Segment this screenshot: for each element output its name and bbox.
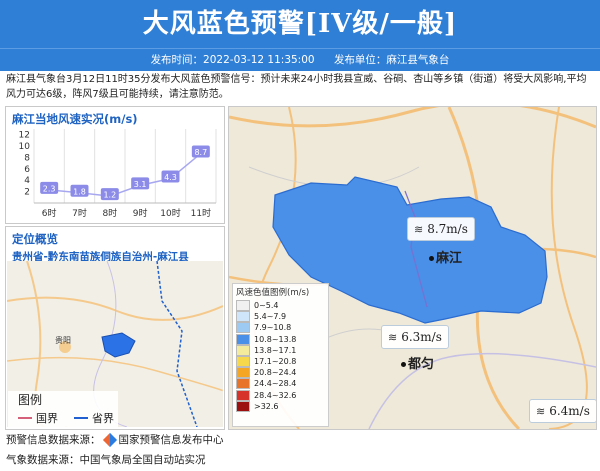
publisher: 发布单位：麻江县气象台 bbox=[333, 54, 450, 66]
legend-swatch bbox=[236, 333, 250, 345]
legend-swatch bbox=[236, 400, 250, 412]
warning-description: 麻江县气象台3月12日11时35分发布大风蓝色预警信号：预计未来24小时我县宣威… bbox=[6, 74, 587, 100]
wind-color-legend: 风速色值图例(m/s) 0~5.4 5.4~7.9 7.9~10.8 10.8~13.… bbox=[232, 283, 329, 427]
legend-label: >32.6 bbox=[254, 401, 279, 411]
legend-country-border: 国界 bbox=[36, 412, 58, 425]
wind-legend-item: 13.8~17.1 bbox=[236, 344, 328, 356]
overview-legend-title: 图例 bbox=[18, 393, 43, 407]
wind-value-duyun: 6.3m/s bbox=[401, 330, 442, 344]
overview-legend: 图例 国界 省界 bbox=[8, 391, 118, 427]
y-tick-label: 12 bbox=[19, 131, 30, 141]
wind-legend-item: 28.4~32.6 bbox=[236, 389, 328, 401]
data-label: 4.3 bbox=[164, 173, 177, 182]
legend-swatch bbox=[236, 344, 250, 356]
x-tick-label: 7时 bbox=[72, 207, 87, 219]
x-tick-label: 10时 bbox=[160, 207, 180, 219]
wind-legend-item: 20.8~24.4 bbox=[236, 367, 328, 379]
y-tick-label: 8 bbox=[24, 153, 30, 163]
y-tick-label: 10 bbox=[19, 142, 31, 152]
wind-speed-chart: 2 46 81012 2.3 1.8 1.2 3.1 4.3 8.7 6时 7时 8时 9时 10时 11时 bbox=[19, 129, 217, 219]
publish-time: 发布时间：2022-03-12 11:35:00 bbox=[150, 54, 315, 66]
wind-label-east[interactable]: ≋ 6.4m/s bbox=[529, 399, 596, 423]
y-tick-label: 2 bbox=[24, 188, 30, 198]
city-dot bbox=[429, 256, 434, 261]
legend-label: 17.1~20.8 bbox=[254, 357, 297, 367]
wind-legend-item: 5.4~7.9 bbox=[236, 311, 328, 323]
border-line-swatch bbox=[18, 417, 32, 419]
wind-value-east: 6.4m/s bbox=[549, 404, 590, 418]
y-tick-label: 6 bbox=[24, 165, 30, 175]
x-tick-label: 11时 bbox=[191, 207, 211, 219]
province-line-swatch bbox=[74, 417, 88, 419]
x-tick-label: 8时 bbox=[102, 207, 117, 219]
wind-legend-item: >32.6 bbox=[236, 400, 328, 412]
city-label-duyun: 都匀 bbox=[401, 353, 434, 372]
wind-legend-item: 0~5.4 bbox=[236, 300, 328, 312]
data-label: 2.3 bbox=[43, 184, 56, 193]
wind-icon: ≋ bbox=[388, 331, 398, 344]
data-label: 1.8 bbox=[73, 187, 86, 196]
legend-swatch bbox=[236, 367, 250, 379]
wind-label-majiang[interactable]: ≋ 8.7m/s bbox=[407, 217, 475, 241]
wind-value-majiang: 8.7m/s bbox=[427, 222, 468, 236]
legend-label: 20.8~24.4 bbox=[254, 368, 297, 378]
publish-info-bar: 发布时间：2022-03-12 11:35:00 发布单位：麻江县气象台 bbox=[0, 48, 600, 71]
legend-swatch bbox=[236, 300, 250, 312]
source-logo-icon bbox=[102, 432, 117, 448]
weather-source-line: 气象数据来源：中国气象局全国自动站实况 bbox=[6, 454, 206, 466]
legend-swatch bbox=[236, 389, 250, 401]
legend-label: 13.8~17.1 bbox=[254, 345, 297, 355]
wind-legend-item: 10.8~13.8 bbox=[236, 333, 328, 345]
legend-label: 24.4~28.4 bbox=[254, 379, 297, 389]
warning-source-line: 预警信息数据来源： 国家预警信息发布中心 bbox=[6, 432, 224, 448]
data-label: 8.7 bbox=[194, 148, 207, 157]
wind-legend-item: 24.4~28.4 bbox=[236, 378, 328, 390]
wind-legend-title: 风速色值图例(m/s) bbox=[236, 288, 310, 298]
city-dot bbox=[401, 362, 406, 367]
wind-icon: ≋ bbox=[414, 223, 424, 236]
legend-province-border: 省界 bbox=[92, 412, 114, 425]
legend-label: 5.4~7.9 bbox=[254, 312, 287, 322]
y-tick-label: 4 bbox=[24, 176, 30, 186]
legend-label: 7.9~10.8 bbox=[254, 323, 292, 333]
legend-label: 0~5.4 bbox=[254, 301, 279, 311]
x-tick-label: 6时 bbox=[42, 207, 57, 219]
legend-swatch bbox=[236, 311, 250, 323]
data-label: 1.2 bbox=[103, 191, 116, 200]
legend-label: 10.8~13.8 bbox=[254, 334, 297, 344]
data-label: 3.1 bbox=[134, 180, 147, 189]
location-title: 定位概览 bbox=[12, 232, 58, 246]
legend-swatch bbox=[236, 356, 250, 368]
legend-swatch bbox=[236, 322, 250, 334]
legend-label: 28.4~32.6 bbox=[254, 390, 297, 400]
wind-icon: ≋ bbox=[536, 405, 546, 418]
city-label-guiyang: 贵阳 bbox=[55, 335, 71, 345]
location-overview-panel: 定位概览 贵州省-黔东南苗族侗族自治州-麻江县 贵阳 图例 国界 省界 bbox=[5, 226, 225, 430]
warning-title: 大风蓝色预警[IV级/一般] bbox=[142, 9, 458, 39]
warning-source-name[interactable]: 国家预警信息发布中心 bbox=[119, 434, 224, 446]
warning-header: 大风蓝色预警[IV级/一般] bbox=[0, 0, 600, 48]
wind-legend-item: 7.9~10.8 bbox=[236, 322, 328, 334]
wind-chart-panel: 麻江当地风速实况(m/s) 2 4 6 8 10 12 2.3 1.8 1.2 3.1 4.3 8.7… bbox=[5, 106, 225, 224]
wind-label-duyun[interactable]: ≋ 6.3m/s bbox=[381, 325, 449, 349]
x-tick-label: 9时 bbox=[133, 207, 148, 219]
city-label-majiang: 麻江 bbox=[429, 247, 462, 266]
legend-swatch bbox=[236, 378, 250, 390]
wind-legend-item: 17.1~20.8 bbox=[236, 356, 328, 368]
